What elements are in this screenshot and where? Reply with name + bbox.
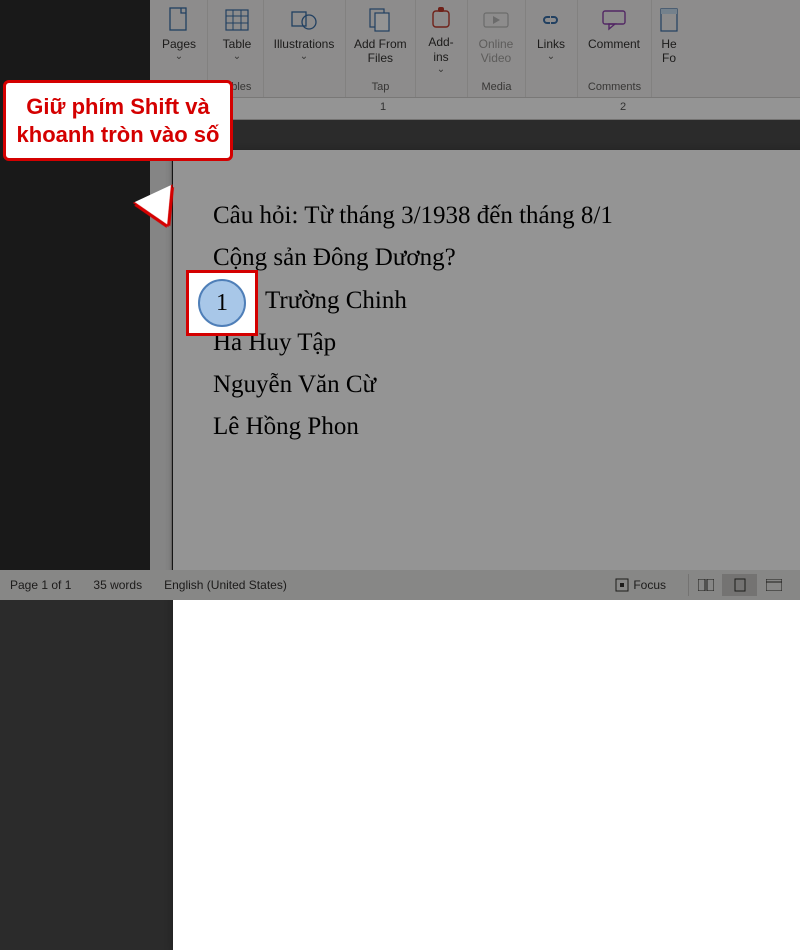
links-button[interactable]: Links ⌄ (526, 0, 576, 77)
header-footer-button[interactable]: He Fo (652, 0, 682, 77)
ruler-mark: 1 (380, 101, 386, 113)
book-icon (698, 579, 714, 591)
document-scroll-area[interactable]: Câu hỏi: Từ tháng 3/1938 đến tháng 8/1 C… (173, 120, 800, 570)
status-words[interactable]: 35 words (93, 578, 142, 592)
file-add-icon (366, 6, 394, 34)
pages-label: Pages (162, 37, 196, 51)
focus-mode-button[interactable]: Focus (615, 578, 666, 592)
online-video-label: Online Video (479, 37, 514, 66)
comment-icon (600, 6, 628, 34)
page-layout-icon (733, 578, 747, 592)
highlight-target: 1 (186, 270, 258, 336)
callout-text: Giữ phím Shift và khoanh tròn vào số (17, 94, 220, 147)
doc-line-question[interactable]: Câu hỏi: Từ tháng 3/1938 đến tháng 8/1 (213, 198, 800, 234)
chevron-down-icon: ⌄ (547, 51, 555, 63)
print-layout-button[interactable] (722, 574, 756, 596)
instruction-callout: Giữ phím Shift và khoanh tròn vào số (3, 80, 233, 161)
chevron-down-icon: ⌄ (300, 51, 308, 63)
header-icon (655, 6, 683, 34)
status-language[interactable]: English (United States) (164, 578, 287, 592)
addins-button[interactable]: Add- ins ⌄ (416, 0, 466, 78)
online-video-button: Online Video (468, 0, 524, 77)
pages-button[interactable]: Pages ⌄ (150, 0, 208, 77)
shapes-icon (290, 6, 318, 34)
document-page[interactable]: Câu hỏi: Từ tháng 3/1938 đến tháng 8/1 C… (173, 150, 800, 950)
table-button[interactable]: Table ⌄ (208, 0, 266, 77)
group-label-media: Media (468, 77, 525, 97)
comment-button[interactable]: Comment (578, 0, 650, 77)
add-from-files-label: Add From Files (354, 37, 407, 66)
illustrations-button[interactable]: Illustrations ⌄ (264, 0, 344, 77)
video-icon (482, 6, 510, 34)
doc-line-question2[interactable]: Cộng sản Đông Dương? (213, 240, 800, 276)
ruler-mark: 2 (620, 101, 626, 113)
table-icon (223, 6, 251, 34)
status-bar: Page 1 of 1 35 words English (United Sta… (0, 570, 800, 600)
chevron-down-icon: ⌄ (437, 64, 445, 76)
doc-line-answer-1[interactable]: Trường Chinh (213, 283, 800, 319)
circled-number-value: 1 (216, 290, 228, 317)
doc-line-answer-4[interactable]: Lê Hồng Phon (213, 409, 800, 445)
group-label-tap: Tap (346, 77, 415, 97)
ribbon: Pages ⌄ Pages Table ⌄ Tables Illustratio (150, 0, 800, 98)
read-mode-button[interactable] (688, 574, 722, 596)
focus-icon (615, 578, 629, 592)
page-icon (165, 6, 193, 34)
chevron-down-icon: ⌄ (233, 51, 241, 63)
addins-label: Add- ins (428, 35, 453, 64)
group-label-illustrations (264, 77, 345, 97)
links-label: Links (537, 37, 565, 51)
web-icon (766, 579, 782, 591)
horizontal-ruler[interactable]: 1 2 (150, 98, 800, 120)
doc-line-answer-3[interactable]: Nguyễn Văn Cừ (213, 367, 800, 403)
addins-icon (427, 6, 455, 32)
comment-label: Comment (588, 37, 640, 51)
view-buttons (688, 574, 790, 596)
group-label-comments: Comments (578, 77, 651, 97)
illustrations-label: Illustrations (274, 37, 335, 51)
link-icon (537, 6, 565, 34)
circled-number-shape[interactable]: 1 (198, 279, 246, 327)
add-from-files-button[interactable]: Add From Files (346, 0, 415, 77)
chevron-down-icon: ⌄ (175, 51, 183, 63)
table-label: Table (223, 37, 252, 51)
doc-line-answer-2[interactable]: Hà Huy Tập (213, 325, 800, 361)
web-layout-button[interactable] (756, 574, 790, 596)
status-page[interactable]: Page 1 of 1 (10, 578, 71, 592)
header-footer-label: He Fo (661, 37, 676, 66)
